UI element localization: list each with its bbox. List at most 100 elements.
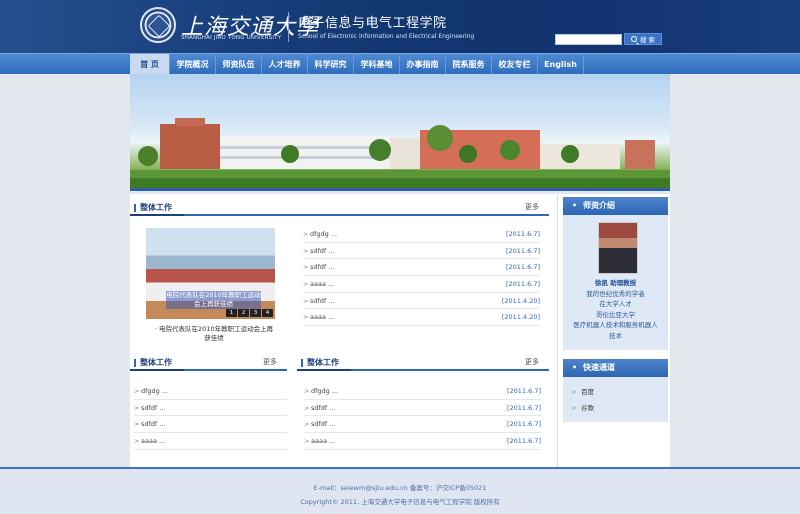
- list-item[interactable]: > sdfdf ...: [134, 416, 287, 434]
- list-item-title[interactable]: dfgdg ...: [311, 383, 338, 399]
- list-item[interactable]: > dfgdg ... [2011.6.7]: [303, 226, 540, 243]
- nav-item[interactable]: 院系服务: [446, 54, 492, 75]
- list-item[interactable]: > dfgdg ... [2011.6.7]: [304, 383, 541, 400]
- search-button[interactable]: 搜 索: [624, 33, 662, 45]
- building-left: [160, 124, 220, 169]
- more-link[interactable]: 更多: [525, 202, 539, 212]
- chevron-right-icon: >: [134, 387, 140, 395]
- right-sidebar: 师资介绍 徐凯 助理教授 我的世纪优秀的学者 在大学人才 哥伦比亚大学 医疗机器…: [557, 194, 670, 467]
- news-list-bottom-right: > dfgdg ... [2011.6.7] > sdfdf ... [2011.6.7]…: [304, 383, 541, 450]
- tree: [500, 140, 520, 160]
- photo-pager-button[interactable]: 2: [238, 309, 249, 317]
- photo-news-link[interactable]: · 电院代表队在2010年教职工运动会上再获佳绩: [154, 325, 274, 343]
- more-link[interactable]: 更多: [263, 357, 277, 367]
- tree: [369, 139, 391, 161]
- search-icon: [630, 36, 637, 42]
- chevron-right-icon: >: [134, 437, 140, 446]
- school-name-en: School of Electronic Information and Ele…: [298, 33, 475, 40]
- list-item[interactable]: > dfgdg ...: [134, 383, 287, 400]
- list-item-date: [2011.4.20]: [501, 313, 540, 322]
- university-seal-logo[interactable]: [140, 7, 176, 43]
- list-item[interactable]: > sdfdf ... [2011.4.20]: [303, 293, 540, 310]
- campus-banner-image: [130, 74, 670, 191]
- list-item[interactable]: > sdfdf ... [2011.6.7]: [304, 400, 541, 417]
- section-title: 整体工作: [130, 357, 184, 371]
- quick-links-panel: 快速通道 百度 谷歌: [563, 359, 668, 422]
- list-item-date: [2011.6.7]: [506, 387, 541, 395]
- photo-pager-button[interactable]: 1: [226, 309, 237, 317]
- list-item[interactable]: > sdfdf ...: [134, 400, 287, 417]
- chevron-right-icon: >: [303, 280, 309, 289]
- teacher-panel: 师资介绍 徐凯 助理教授 我的世纪优秀的学者 在大学人才 哥伦比亚大学 医疗机器…: [563, 197, 668, 350]
- list-item-date: [2011.6.7]: [506, 437, 541, 446]
- list-item-date: [2011.6.7]: [505, 246, 540, 255]
- list-item-title[interactable]: aaaa ...: [310, 276, 334, 292]
- list-item-title[interactable]: sdfdf ...: [311, 400, 335, 416]
- teacher-name[interactable]: 徐凯 助理教授: [565, 278, 666, 289]
- teacher-line: 在大学人才: [599, 300, 632, 308]
- list-item-date: [2011.4.20]: [501, 296, 540, 305]
- quick-link-baidu[interactable]: 百度: [563, 384, 668, 400]
- nav-item[interactable]: 师资队伍: [216, 54, 262, 75]
- list-item-title[interactable]: sdfdf ...: [310, 293, 334, 309]
- building-far-right: [625, 140, 655, 169]
- nav-item[interactable]: 校友专栏: [492, 54, 538, 75]
- photo-pager-button[interactable]: 4: [262, 309, 273, 317]
- list-item-title[interactable]: dfgdg ...: [141, 383, 168, 399]
- teacher-line: 我的世纪优秀的学者: [586, 289, 645, 298]
- list-item-title[interactable]: aaaa ...: [311, 433, 335, 449]
- nav-item[interactable]: 科学研究: [308, 54, 354, 75]
- list-item[interactable]: > sdfdf ... [2011.6.7]: [303, 243, 540, 260]
- news-list-top: > dfgdg ... [2011.6.7] > sdfdf ... [2011.6.7]…: [303, 226, 540, 327]
- nav-item[interactable]: 首 页: [130, 54, 170, 75]
- list-item-title[interactable]: dfgdg ...: [310, 226, 337, 242]
- more-link[interactable]: 更多: [525, 357, 539, 367]
- nav-items: 首 页学院概况 师资队伍 人才培养 科学研究 学科基地 办事指南 院系服务 校友专栏 Engli…: [130, 54, 584, 75]
- campus-illustration: [130, 118, 670, 188]
- news-photo-slideshow[interactable]: 电院代表队在2010年教职工运动会上再获佳绩 1234: [146, 228, 275, 319]
- nav-item[interactable]: 学院概况: [170, 54, 216, 75]
- photo-caption: 电院代表队在2010年教职工运动会上再获佳绩: [166, 291, 261, 309]
- chevron-right-icon: >: [134, 403, 140, 412]
- chevron-right-icon: >: [134, 420, 140, 429]
- nav-item[interactable]: 学科基地: [354, 54, 400, 75]
- chevron-right-icon: >: [303, 313, 309, 322]
- list-item-title[interactable]: aaaa ...: [310, 309, 334, 325]
- site-header: 上海交通大學 SHANGHAI JIAO TONG UNIVERSITY 电子信…: [0, 0, 800, 53]
- list-item-title[interactable]: sdfdf ...: [310, 259, 334, 275]
- chevron-right-icon: >: [304, 387, 310, 395]
- search-input[interactable]: [555, 34, 622, 45]
- photo-pager: 1234: [226, 309, 273, 317]
- building-far: [540, 144, 620, 169]
- list-item-date: [2011.6.7]: [506, 420, 541, 429]
- footer-contact: E-mail：seiewm@sjtu.edu.cn 备案号：沪交ICP备0502…: [313, 484, 487, 492]
- list-item[interactable]: > aaaa ... [2011.6.7]: [303, 276, 540, 293]
- section-header-bottom-left: 整体工作 更多: [130, 351, 287, 371]
- list-item-title[interactable]: sdfdf ...: [141, 416, 165, 432]
- building-mid: [390, 138, 420, 169]
- photo-pager-button[interactable]: 3: [250, 309, 261, 317]
- teacher-panel-title: 师资介绍: [563, 197, 668, 215]
- quick-link-google[interactable]: 谷歌: [563, 400, 668, 416]
- quick-links-list: 百度 谷歌: [563, 377, 668, 416]
- chevron-right-icon: >: [303, 296, 309, 305]
- list-item[interactable]: > aaaa ... [2011.4.20]: [303, 309, 540, 327]
- building-left-roof: [175, 118, 205, 126]
- chevron-right-icon: >: [304, 403, 310, 412]
- list-item-title[interactable]: sdfdf ...: [310, 243, 334, 259]
- list-item[interactable]: > aaaa ... [2011.6.7]: [304, 433, 541, 450]
- list-item-title[interactable]: sdfdf ...: [311, 416, 335, 432]
- list-item[interactable]: > sdfdf ... [2011.6.7]: [304, 416, 541, 434]
- list-item[interactable]: > sdfdf ... [2011.6.7]: [303, 259, 540, 277]
- nav-item[interactable]: 办事指南: [400, 54, 446, 75]
- list-item-title[interactable]: aaaa ...: [141, 433, 165, 449]
- teacher-photo[interactable]: [598, 222, 638, 274]
- chevron-right-icon: >: [303, 230, 309, 238]
- building-main-stripe: [220, 146, 390, 149]
- tree: [138, 146, 158, 166]
- nav-item[interactable]: English: [538, 54, 584, 75]
- nav-item[interactable]: 人才培养: [262, 54, 308, 75]
- quick-links-title: 快速通道: [563, 359, 668, 377]
- list-item-title[interactable]: sdfdf ...: [141, 400, 165, 416]
- list-item[interactable]: > aaaa ...: [134, 433, 287, 450]
